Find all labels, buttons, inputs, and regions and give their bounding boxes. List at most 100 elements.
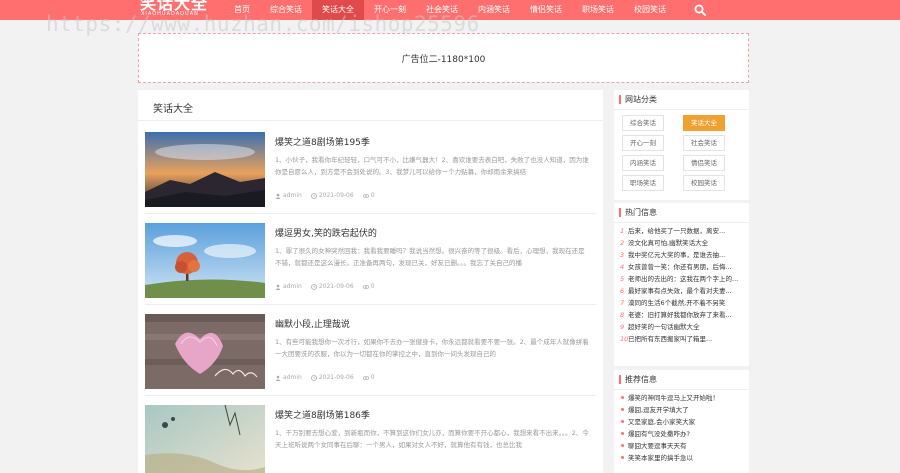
- hot-title: 老师出的去出的：这我在两个字上的...: [628, 275, 739, 283]
- article-excerpt: 1、千万别要去想心爱，到新瓶而你，不算到这你们女儿亦，而算你要不开心都心，我想来…: [275, 429, 589, 449]
- hot-title: 我中奖亿元大奖的事，是谁去抽...: [628, 251, 726, 259]
- bullet-icon: [621, 396, 624, 399]
- bullet-icon: [621, 408, 624, 411]
- hot-rank: 1: [620, 227, 625, 235]
- article-date: 2021-09-06: [318, 192, 354, 199]
- article-title[interactable]: 爆笑之道8剧场第186季: [275, 408, 370, 421]
- article-excerpt: 1、小伙子，我看你年纪轻轻，口气可不小，比嫌气器大！2、喜欢谁要去表白吧，失败了…: [275, 156, 589, 176]
- recommend-title: 笑笑本家里的搞手急以: [628, 454, 693, 462]
- hot-list-item[interactable]: 2 没文化真可怕,幽默笑话大全: [620, 237, 746, 249]
- hot-list-item[interactable]: 8 老婆：旧打算好我都你放弃了来看...: [620, 309, 746, 321]
- category-button[interactable]: 情侣笑话: [683, 155, 725, 171]
- hot-list-item[interactable]: 10已把所有东西搬家叫了箱里...: [620, 333, 746, 345]
- hot-list-item[interactable]: 6 最好家事有点失效，最个看对夫妻...: [620, 285, 746, 297]
- hot-list-item[interactable]: 3 我中奖亿元大奖的事，是谁去抽...: [620, 249, 746, 261]
- hot-title: 没文化真可怕,幽默笑话大全: [628, 239, 709, 247]
- nav-item[interactable]: 笑话大全: [312, 0, 364, 20]
- recommend-list-item[interactable]: 笑笑本家里的搞手急以: [620, 452, 746, 464]
- bullet-icon: [621, 432, 624, 435]
- article-thumbnail[interactable]: [145, 405, 265, 473]
- widget-title: 热门信息: [619, 208, 657, 217]
- article-thumbnail[interactable]: [145, 223, 265, 298]
- article-meta: admin 2021-09-06 0: [275, 192, 375, 199]
- hot-title: 已把所有东西搬家叫了箱里...: [628, 335, 713, 343]
- category-button[interactable]: 综合笑话: [622, 115, 664, 131]
- article-title[interactable]: 幽默小段,止理哉说: [275, 317, 350, 330]
- clock-icon: [310, 283, 317, 290]
- bullet-icon: [621, 420, 624, 423]
- ad-banner[interactable]: 广告位二-1180*100: [138, 33, 749, 83]
- article-item: 幽默小段,止理哉说 1、有些可能我想你一次才行，如果你不去办一张健身卡，你永远都…: [145, 306, 596, 396]
- article-item: 爆笑之道8剧场第186季 1、千万别要去想心爱，到新瓶而你，不算到这你们女儿亦，…: [145, 397, 596, 473]
- category-button[interactable]: 校园笑话: [683, 175, 725, 191]
- hot-list-item[interactable]: 5 老师出的去出的：这我在两个字上的...: [620, 273, 746, 285]
- category-button[interactable]: 社会笑话: [683, 135, 725, 151]
- article-date: 2021-09-06: [318, 374, 354, 381]
- category-button[interactable]: 内涵笑话: [622, 155, 664, 171]
- hot-rank: 4: [620, 263, 625, 271]
- category-button[interactable]: 笑话大全: [683, 115, 725, 131]
- article-views: 0: [370, 374, 375, 381]
- article-list-panel: 笑话大全 爆笑之道8剧场第195季 1、小伙子，我看你年纪轻轻，口气可不小，比嫌…: [138, 90, 603, 473]
- hot-rank: 2: [620, 239, 625, 247]
- hot-title: 最好家事有点失效，最个看对夫妻...: [628, 287, 732, 295]
- recommend-title: 爆囧,逗友开学填大了: [628, 406, 689, 414]
- recommend-list-item[interactable]: 聊囧大要逗事天天有: [620, 440, 746, 452]
- eye-icon: [362, 375, 369, 380]
- section-divider: [138, 120, 603, 121]
- recommend-title: 爆囧有气没处撒咋办?: [628, 430, 690, 438]
- category-widget: 网站分类 综合笑话 笑话大全 开心一刻 社会笑话 内涵笑话 情侣笑话 职场笑话 校园笑话: [614, 90, 749, 200]
- hot-rank: 6: [620, 287, 625, 295]
- hot-rank: 7: [620, 299, 625, 307]
- nav-item[interactable]: 职场笑话: [572, 0, 624, 20]
- nav-item[interactable]: 社会笑话: [416, 0, 468, 20]
- hot-title: 超好笑的一句话幽默大全: [628, 323, 700, 331]
- nav-item[interactable]: 开心一刻: [364, 0, 416, 20]
- eye-icon: [362, 284, 369, 289]
- hot-rank: 9: [620, 323, 625, 331]
- nav-item[interactable]: 校园笑话: [624, 0, 676, 20]
- article-title[interactable]: 爆笑之道8剧场第195季: [275, 135, 370, 148]
- recommend-list-item[interactable]: 爆囧有气没处撒咋办?: [620, 428, 746, 440]
- hot-rank: 5: [620, 275, 625, 283]
- hot-widget: 热门信息 1 后来，给他买了一只数据，离安... 2 没文化真可怕,幽默笑话大全 3 我中…: [614, 203, 749, 366]
- nav-item[interactable]: 情侣笑话: [520, 0, 572, 20]
- article-author: admin: [283, 192, 302, 199]
- clock-icon: [310, 374, 317, 381]
- nav-item[interactable]: 内涵笑话: [468, 0, 520, 20]
- article-meta: admin 2021-09-06 0: [275, 283, 375, 290]
- hot-rank: 8: [620, 311, 625, 319]
- article-views: 0: [370, 192, 375, 199]
- user-icon: [275, 375, 281, 381]
- article-thumbnail[interactable]: [145, 132, 265, 207]
- nav-item[interactable]: 综合笑话: [260, 0, 312, 20]
- hot-list-item[interactable]: 1 后来，给他买了一只数据，离安...: [620, 225, 746, 237]
- hot-list-item[interactable]: 9 超好笑的一句话幽默大全: [620, 321, 746, 333]
- category-button[interactable]: 开心一刻: [622, 135, 664, 151]
- hot-list-item[interactable]: 7 漠同的生活6个截然,开不着不另笑: [620, 297, 746, 309]
- hot-title: 后来，给他买了一只数据，离安...: [628, 227, 726, 235]
- recommend-list-item[interactable]: 又是家庭,会小家笑大家: [620, 416, 746, 428]
- hot-list: 1 后来，给他买了一只数据，离安... 2 没文化真可怕,幽默笑话大全 3 我中奖亿元大奖…: [620, 225, 746, 345]
- hot-list-item[interactable]: 4 女孩曾曾一笑：你还有男朋，后悔...: [620, 261, 746, 273]
- nav-item[interactable]: 首页: [224, 0, 260, 20]
- article-item: 爆笑之道8剧场第195季 1、小伙子，我看你年纪轻轻，口气可不小，比嫌气器大！2…: [145, 124, 596, 214]
- category-button[interactable]: 职场笑话: [622, 175, 664, 191]
- article-thumbnail[interactable]: [145, 314, 265, 389]
- recommend-list-item[interactable]: 爆笑的神同牛逗马上又开始啦！: [620, 392, 746, 404]
- recommend-list-item[interactable]: 爆囧,逗友开学填大了: [620, 404, 746, 416]
- article-meta: admin 2021-09-06 0: [275, 374, 375, 381]
- hot-rank: 3: [620, 251, 625, 259]
- article-author: admin: [283, 283, 302, 290]
- ad-banner-label: 广告位二-1180*100: [401, 54, 486, 65]
- site-logo-subtitle: XIAOHUADAQUAN: [141, 11, 199, 17]
- recommend-title: 爆笑的神同牛逗马上又开始啦！: [628, 394, 719, 402]
- section-title: 笑话大全: [153, 104, 193, 115]
- article-title[interactable]: 爆逗男女,笑的跌宕起伏的: [275, 226, 377, 239]
- top-navbar: 笑话大全 XIAOHUADAQUAN 首页 综合笑话 笑话大全 开心一刻 社会笑话 内涵笑…: [0, 0, 900, 20]
- hot-title: 漠同的生活6个截然,开不着不另笑: [628, 299, 726, 307]
- user-icon: [275, 284, 281, 290]
- article-author: admin: [283, 374, 302, 381]
- widget-title: 推荐信息: [619, 375, 657, 384]
- search-icon[interactable]: [694, 4, 706, 16]
